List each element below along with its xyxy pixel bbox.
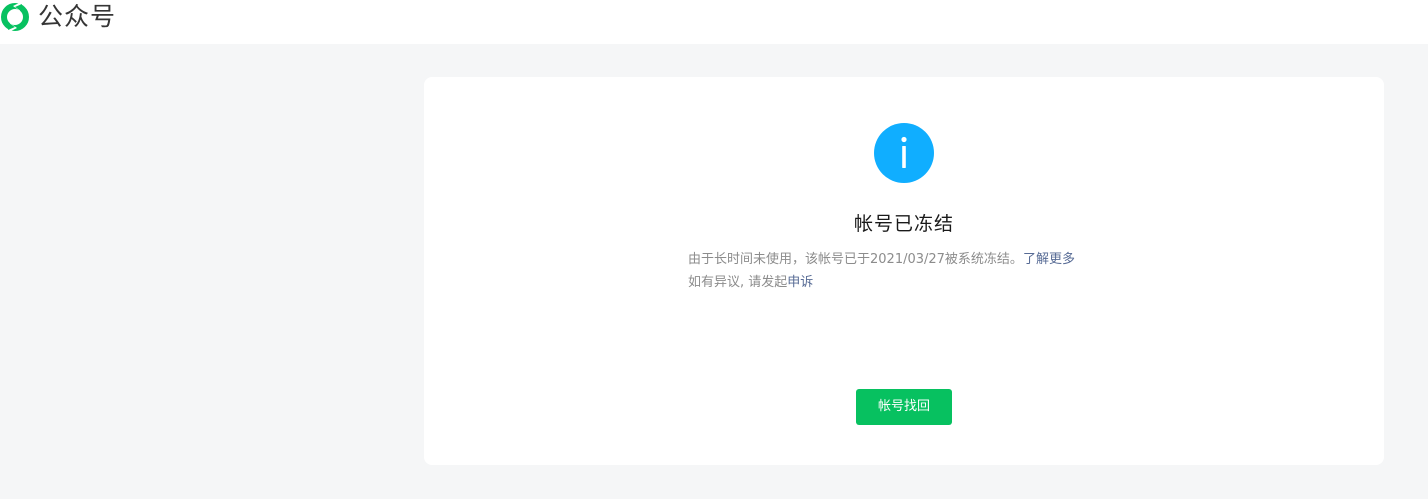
notice-line-2: 如有异议, 请发起申诉	[688, 271, 1128, 294]
notice-title: 帐号已冻结	[853, 213, 954, 235]
learn-more-link[interactable]: 了解更多	[1023, 252, 1075, 267]
notice-line-1: 由于长时间未使用，该帐号已于2021/03/27被系统冻结。了解更多	[688, 248, 1128, 271]
wechat-official-account-logo-icon[interactable]	[0, 2, 30, 32]
freeze-reason-text: 由于长时间未使用，该帐号已于2021/03/27被系统冻结。	[688, 252, 1023, 267]
notice-description: 由于长时间未使用，该帐号已于2021/03/27被系统冻结。了解更多 如有异议,…	[688, 248, 1128, 294]
brand-name[interactable]: 公众号	[38, 1, 116, 33]
top-header: 公众号	[0, 0, 1428, 44]
recover-account-button[interactable]: 帐号找回	[856, 389, 952, 425]
frozen-account-card: 帐号已冻结 由于长时间未使用，该帐号已于2021/03/27被系统冻结。了解更多…	[424, 77, 1384, 465]
info-icon	[874, 123, 934, 183]
appeal-link[interactable]: 申诉	[787, 275, 813, 290]
objection-text: 如有异议, 请发起	[688, 275, 788, 290]
